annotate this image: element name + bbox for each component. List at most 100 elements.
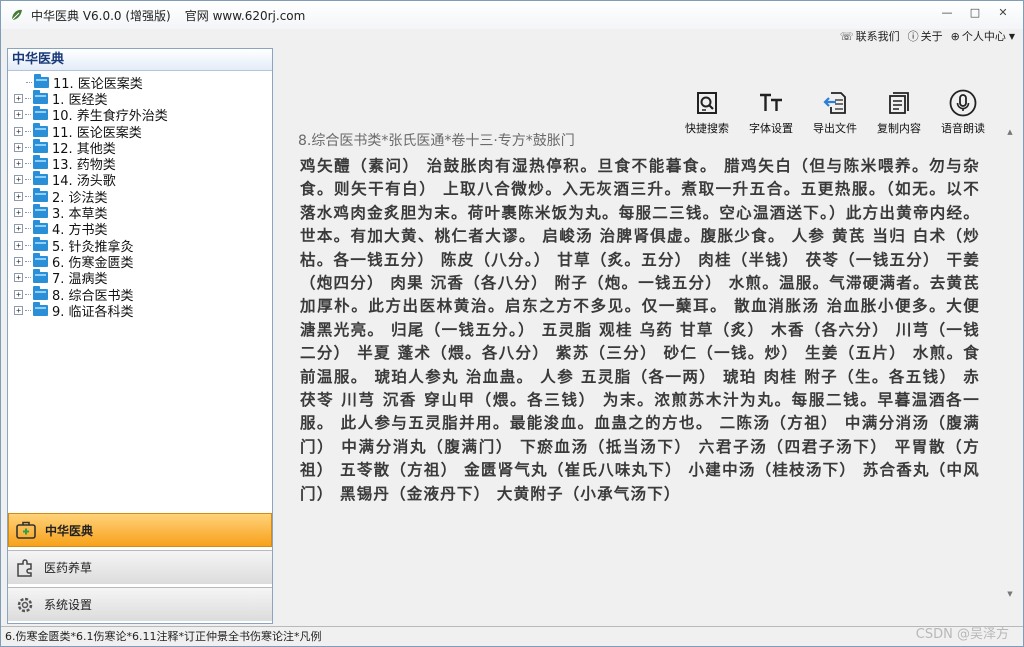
tree-connector xyxy=(25,244,31,246)
tree-item[interactable]: + 8. 综合医书类 xyxy=(14,285,272,304)
puzzle-icon xyxy=(14,557,36,579)
expand-icon[interactable]: + xyxy=(14,273,23,283)
expand-icon[interactable]: + xyxy=(14,159,23,169)
tree-item[interactable]: + 7. 温病类 xyxy=(14,269,272,287)
tree-connector xyxy=(25,260,31,262)
tree-connector xyxy=(25,163,31,165)
expand-icon[interactable]: + xyxy=(14,224,23,234)
tree-item[interactable]: + 14. 汤头歌 xyxy=(14,171,272,189)
website-link[interactable]: 官网 www.620rj.com xyxy=(185,7,306,24)
window-title: 中华医典 V6.0.0 (增强版) xyxy=(31,8,171,23)
nav-label: 医药养草 xyxy=(44,561,93,575)
tool-label: 复制内容 xyxy=(877,122,921,135)
expand-icon[interactable]: + xyxy=(14,256,23,266)
expand-icon[interactable]: + xyxy=(14,93,23,103)
microphone-icon xyxy=(948,88,978,118)
font-icon xyxy=(756,88,786,118)
status-bar: 6.伤寒金匮类*6.1伤寒论*6.11注释*订正仲景全书伤寒论注*凡例 xyxy=(1,626,1023,646)
nav-medicine-herbs[interactable]: 医药养草 xyxy=(8,550,272,584)
contact-us-label: 联系我们 xyxy=(855,30,900,43)
expand-icon[interactable]: + xyxy=(14,142,23,152)
window-controls: — □ ✕ xyxy=(933,3,1017,21)
search-icon xyxy=(692,88,722,118)
personal-center-label: 个人中心 xyxy=(961,30,1006,43)
headset-icon: ☏ xyxy=(839,29,854,43)
font-settings-button[interactable]: 字体设置 xyxy=(739,88,803,136)
nav-chinese-medicine-classics[interactable]: 中华医典 xyxy=(8,513,272,547)
tree-item[interactable]: + 2. 诊法类 xyxy=(14,187,272,206)
sidebar-header: 中华医典 xyxy=(8,49,272,71)
tree-item[interactable]: + 10. 养生食疗外治类 xyxy=(14,106,272,124)
copy-icon xyxy=(884,88,914,118)
close-button[interactable]: ✕ xyxy=(989,3,1017,21)
expand-icon[interactable]: + xyxy=(14,305,23,315)
tool-label: 字体设置 xyxy=(749,122,793,135)
dropdown-arrow-icon: ▼ xyxy=(1008,31,1015,41)
maximize-button[interactable]: □ xyxy=(961,3,989,21)
top-links: ☏ 联系我们 ⓘ 关于 ⊕ 个人中心 ▼ xyxy=(832,28,1017,44)
document-body[interactable]: 鸡矢醴（素问） 治鼓胀肉有湿热停积。旦食不能暮食。 腊鸡矢白（但与陈米喂养。勿与… xyxy=(300,154,980,574)
nav-label: 中华医典 xyxy=(45,523,94,538)
folder-icon xyxy=(33,285,48,300)
tool-label: 快捷搜索 xyxy=(685,122,729,135)
tree-item[interactable]: + 9. 临证各科类 xyxy=(14,301,272,320)
folder-icon xyxy=(33,236,48,251)
tree-connector xyxy=(25,130,31,132)
scroll-down-icon[interactable]: ▼ xyxy=(1005,590,1015,598)
tree-connector xyxy=(26,81,32,83)
tree-connector xyxy=(25,179,31,181)
sidebar: 中华医典 11. 医论医案类 + 1. 医经类 + 10. 养生食疗外治类 + … xyxy=(7,48,273,624)
personal-center-link[interactable]: ⊕ 个人中心 ▼ xyxy=(951,28,1017,44)
app-window: 中华医典 V6.0.0 (增强版) 官网 www.620rj.com — □ ✕… xyxy=(0,0,1024,647)
tree-connector xyxy=(25,277,31,279)
tree-item[interactable]: + 4. 方书类 xyxy=(14,220,272,238)
tree-item[interactable]: + 12. 其他类 xyxy=(14,138,272,157)
tree-item[interactable]: + 3. 本草类 xyxy=(14,204,272,222)
tree-item[interactable]: + 13. 药物类 xyxy=(14,155,272,173)
tree-item[interactable]: + 5. 针灸推拿灸 xyxy=(14,236,272,255)
expand-icon[interactable]: + xyxy=(14,289,23,299)
user-icon: ⊕ xyxy=(950,29,960,43)
expand-icon[interactable]: + xyxy=(14,175,23,185)
tree-connector xyxy=(25,228,31,230)
copy-content-button[interactable]: 复制内容 xyxy=(867,88,931,136)
folder-icon xyxy=(33,204,48,219)
export-file-button[interactable]: 导出文件 xyxy=(803,88,867,136)
tree-item[interactable]: + 1. 医经类 xyxy=(14,89,272,108)
scroll-up-icon[interactable]: ▲ xyxy=(1005,128,1015,136)
tree-connector xyxy=(25,212,31,214)
folder-icon xyxy=(33,252,48,267)
app-logo-icon xyxy=(9,7,25,23)
folder-icon xyxy=(33,155,48,170)
folder-icon xyxy=(33,89,48,104)
expand-icon[interactable]: + xyxy=(14,240,23,250)
nav-system-settings[interactable]: 系统设置 xyxy=(8,587,272,621)
watermark: CSDN @吴泽方 xyxy=(915,627,1009,642)
folder-icon xyxy=(33,106,48,121)
contact-us-link[interactable]: ☏ 联系我们 xyxy=(840,28,900,44)
quick-search-button[interactable]: 快捷搜索 xyxy=(675,88,739,136)
expand-icon[interactable]: + xyxy=(14,126,23,136)
info-icon: ⓘ xyxy=(907,30,919,43)
expand-icon[interactable]: + xyxy=(14,110,23,120)
category-tree: 11. 医论医案类 + 1. 医经类 + 10. 养生食疗外治类 + 11. 医… xyxy=(8,71,272,320)
folder-icon xyxy=(33,122,48,137)
minimize-button[interactable]: — xyxy=(933,3,961,21)
voice-read-button[interactable]: 语音朗读 xyxy=(931,88,995,136)
title-bar: 中华医典 V6.0.0 (增强版) 官网 www.620rj.com — □ ✕ xyxy=(1,1,1023,29)
expand-icon[interactable]: + xyxy=(14,191,23,201)
gear-icon xyxy=(14,594,36,616)
tree-item[interactable]: 11. 医论医案类 xyxy=(14,73,272,92)
tree-item[interactable]: + 11. 医论医案类 xyxy=(14,122,272,141)
tree-item[interactable]: + 6. 伤寒金匮类 xyxy=(14,252,272,271)
vertical-scrollbar[interactable]: ▲ ▼ xyxy=(1005,128,1015,598)
about-label: 关于 xyxy=(920,30,943,43)
folder-icon xyxy=(33,220,48,235)
medical-kit-icon xyxy=(15,519,37,541)
expand-icon[interactable]: + xyxy=(14,208,23,218)
nav-label: 系统设置 xyxy=(44,598,93,612)
tree-item-label: 9. 临证各科类 xyxy=(52,304,134,320)
tree-connector xyxy=(25,293,31,295)
about-link[interactable]: ⓘ 关于 xyxy=(908,28,943,44)
tool-label: 语音朗读 xyxy=(941,122,985,135)
